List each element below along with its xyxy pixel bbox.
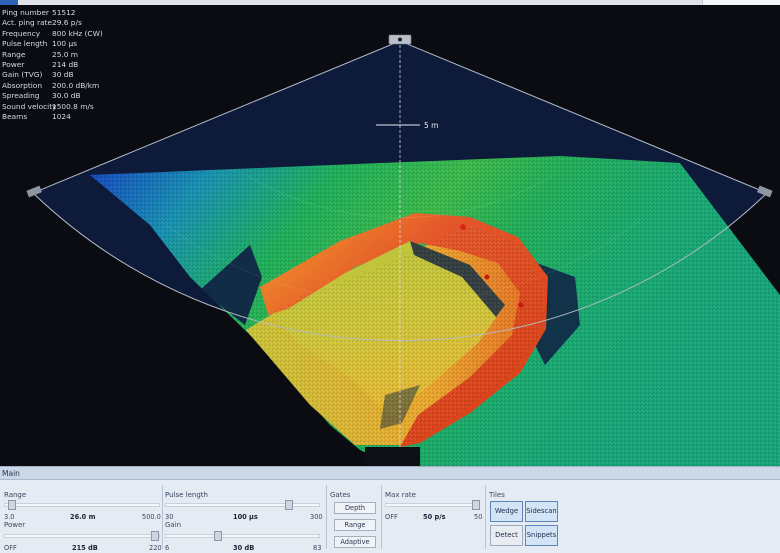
gates-title: Gates: [330, 491, 351, 499]
tile-sidescan-button[interactable]: Sidescan: [525, 501, 558, 522]
ping-info-value: 30 dB: [52, 70, 74, 80]
gain-max: 83: [313, 544, 322, 552]
ping-info-value: 200.0 dB/km: [52, 80, 100, 90]
gate-range-button[interactable]: Range: [334, 519, 376, 531]
gate-depth-button[interactable]: Depth: [334, 502, 376, 514]
max-rate-slider[interactable]: [385, 500, 481, 510]
range-title: Range: [4, 491, 27, 499]
power-slider[interactable]: [4, 531, 160, 541]
pulse-length-title: Pulse length: [165, 491, 208, 499]
range-scale-label: 5 m: [424, 121, 439, 130]
pulse-gain-group: Pulse length 30 100 μs 300 Gain 6 30 dB …: [165, 481, 325, 553]
ping-info-label: Sound velocity: [2, 101, 57, 111]
max-rate-value: 50 p/s: [423, 513, 446, 521]
ping-info-value: 30.0 dB: [52, 91, 81, 101]
gain-value: 30 dB: [233, 544, 255, 552]
sonar-wedge-view[interactable]: Ping number 51512 Act. ping rate 29.6 p/s Fr…: [0, 5, 780, 466]
sonar-wedge-display: [26, 34, 780, 466]
ping-info-row: Beams 1024: [2, 112, 103, 122]
pulse-length-slider[interactable]: [165, 500, 320, 510]
slider-thumb[interactable]: [151, 531, 160, 541]
ping-info-row: Sound velocity 1500.8 m/s: [2, 102, 103, 112]
slider-thumb[interactable]: [213, 531, 222, 541]
ping-info-value: 214 dB: [52, 59, 79, 69]
ping-info-value: 1500.8 m/s: [52, 101, 94, 111]
ping-info-label: Gain (TVG): [2, 70, 43, 80]
ping-info-value: 1024: [52, 111, 71, 121]
gain-slider[interactable]: [165, 531, 320, 541]
power-title: Power: [4, 521, 26, 529]
panel-title: Main: [0, 467, 780, 480]
ping-info-row: Act. ping rate 29.6 p/s: [2, 18, 103, 28]
tiles-title: Tiles: [489, 491, 505, 499]
ping-info-label: Frequency: [2, 28, 41, 38]
ping-info-label: Beams: [2, 111, 28, 121]
sonar-app: Ping number 51512 Act. ping rate 29.6 p/s Fr…: [0, 0, 780, 553]
power-value: 215 dB: [72, 544, 98, 552]
slider-thumb[interactable]: [7, 500, 16, 510]
power-max: 220: [149, 544, 162, 552]
ping-info-value: 800 kHz (CW): [52, 28, 103, 38]
pulse-length-max: 300: [310, 513, 323, 521]
pulse-length-value: 100 μs: [233, 513, 258, 521]
gain-title: Gain: [165, 521, 182, 529]
ping-info-row: Pulse length 100 μs: [2, 39, 103, 49]
ping-info-row: Power 214 dB: [2, 60, 103, 70]
ping-info-row: Ping number 51512: [2, 8, 103, 18]
range-power-group: Range 3.0 26.0 m 500.0 Power OFF 215 dB …: [0, 481, 165, 553]
tile-wedge-button[interactable]: Wedge: [490, 501, 523, 522]
ping-info-label: Range: [2, 49, 26, 59]
range-min: 3.0: [4, 513, 15, 521]
ping-info-label: Spreading: [2, 91, 40, 101]
ping-info-value: 51512: [52, 8, 76, 17]
power-min: OFF: [4, 544, 17, 552]
tile-snippets-button[interactable]: Snippets: [525, 525, 558, 546]
ping-info-value: 25.0 m: [52, 49, 79, 59]
ping-info-label: Pulse length: [2, 39, 48, 49]
ping-info-row: Spreading 30.0 dB: [2, 91, 103, 101]
ping-info-row: Range 25.0 m: [2, 50, 103, 60]
gate-adaptive-button[interactable]: Adaptive: [334, 536, 376, 548]
control-panel: Main Range 3.0 26.0 m 500.0 Power OFF 21…: [0, 466, 780, 553]
ping-info-row: Frequency 800 kHz (CW): [2, 29, 103, 39]
ping-info-panel: Ping number 51512 Act. ping rate 29.6 p/s Fr…: [2, 8, 103, 122]
max-rate-title: Max rate: [385, 491, 416, 499]
ping-info-row: Gain (TVG) 30 dB: [2, 70, 103, 80]
ping-info-label: Ping number: [2, 8, 49, 17]
slider-thumb[interactable]: [472, 500, 481, 510]
max-rate-max: 50: [474, 513, 483, 521]
ping-info-label: Act. ping rate: [2, 18, 53, 28]
pulse-length-min: 30: [165, 513, 174, 521]
ping-info-row: Absorption 200.0 dB/km: [2, 81, 103, 91]
ping-info-label: Absorption: [2, 80, 43, 90]
range-value: 26.0 m: [70, 513, 96, 521]
max-rate-min: OFF: [385, 513, 398, 521]
range-slider[interactable]: [4, 500, 160, 510]
slider-thumb[interactable]: [285, 500, 293, 510]
ping-info-value: 100 μs: [52, 39, 78, 49]
ping-info-label: Power: [2, 59, 25, 69]
gain-min: 6: [165, 544, 170, 552]
ping-info-value: 29.6 p/s: [52, 18, 82, 28]
tile-detect-button[interactable]: Detect: [490, 525, 523, 546]
range-max: 500.0: [142, 513, 161, 521]
